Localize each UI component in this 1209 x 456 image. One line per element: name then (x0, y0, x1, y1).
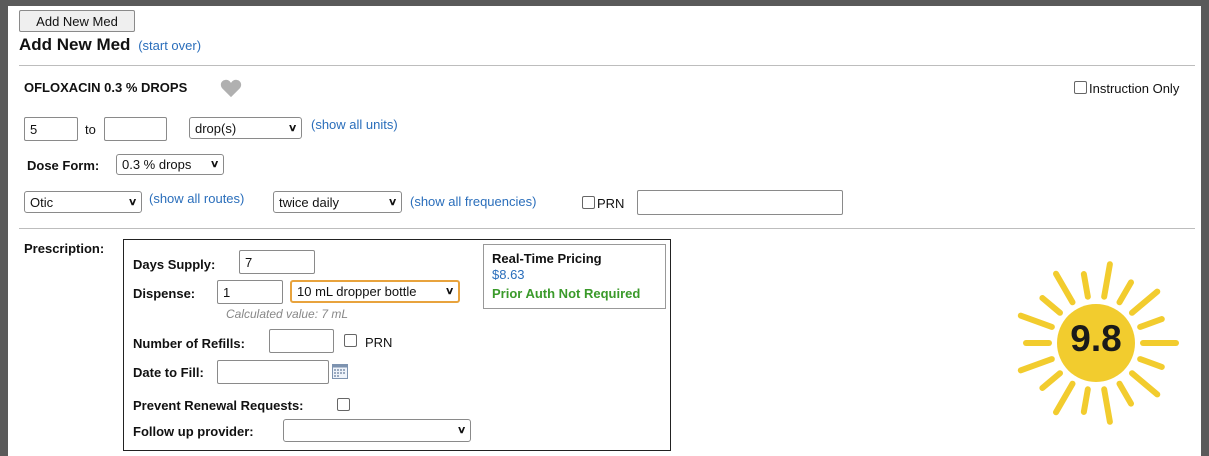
instruction-only-checkbox[interactable] (1074, 81, 1087, 94)
divider (19, 228, 1195, 229)
sun-ray (1137, 316, 1165, 330)
dose-unit-value: drop(s) (195, 120, 237, 136)
sun-ray (1116, 380, 1134, 407)
sun-ray (1080, 386, 1091, 415)
follow-up-provider-select[interactable]: ∨ (283, 419, 471, 442)
sun-ray (1080, 271, 1091, 300)
page-title-text: Add New Med (19, 35, 131, 54)
refills-prn-label: PRN (365, 335, 393, 350)
frequency-value: twice daily (279, 194, 339, 210)
dose-unit-select[interactable]: drop(s) ∨ (189, 117, 302, 139)
prior-auth-status: Prior Auth Not Required (492, 286, 641, 301)
chevron-down-icon: ∨ (287, 122, 298, 134)
dose-form-select[interactable]: 0.3 % drops ∨ (116, 154, 224, 175)
sun-ray (1101, 261, 1113, 300)
show-all-units-link[interactable]: (show all units) (311, 117, 398, 132)
sun-ray (1017, 312, 1055, 330)
prn-label: PRN (597, 196, 625, 211)
route-value: Otic (30, 194, 54, 210)
sun-ray (1129, 370, 1161, 398)
dose-form-value: 0.3 % drops (122, 157, 192, 172)
dispense-label: Dispense: (133, 286, 196, 301)
pricing-price: $8.63 (492, 267, 525, 282)
dispense-quantity-input[interactable]: 1 (217, 280, 283, 304)
sun-ray (1039, 370, 1063, 391)
dose-form-label: Dose Form: (27, 158, 100, 173)
instruction-only-label: Instruction Only (1089, 81, 1180, 96)
sun-ray (1129, 288, 1161, 316)
med-name: OFLOXACIN 0.3 % DROPS (24, 80, 188, 95)
prn-checkbox[interactable] (582, 196, 595, 209)
score-value: 9.8 (1070, 318, 1122, 359)
prn-reason-input[interactable] (637, 190, 843, 215)
sun-ray (1053, 380, 1076, 416)
follow-up-provider-label: Follow up provider: (133, 424, 254, 439)
sun-ray (1116, 279, 1134, 306)
dispense-unit-value: 10 mL dropper bottle (297, 284, 417, 299)
date-to-fill-label: Date to Fill: (133, 365, 204, 380)
route-select[interactable]: Otic ∨ (24, 191, 142, 213)
prescription-label: Prescription: (24, 241, 105, 256)
sun-ray (1101, 386, 1113, 425)
calendar-icon[interactable] (332, 364, 348, 379)
chevron-down-icon: ∨ (444, 286, 455, 297)
start-over-link[interactable]: (start over) (138, 38, 201, 53)
add-new-med-button[interactable]: Add New Med (19, 10, 135, 32)
dose-to-input[interactable] (104, 117, 167, 141)
prevent-renewal-label: Prevent Renewal Requests: (133, 398, 304, 413)
show-all-frequencies-link[interactable]: (show all frequencies) (410, 194, 536, 209)
app-frame: Add New Med Add New Med (start over) OFL… (8, 6, 1201, 456)
refills-input[interactable] (269, 329, 334, 353)
days-supply-input[interactable]: 7 (239, 250, 315, 274)
pricing-title: Real-Time Pricing (492, 251, 602, 266)
refills-prn-checkbox[interactable] (344, 334, 357, 347)
days-supply-label: Days Supply: (133, 257, 216, 272)
sun-ray (1017, 356, 1055, 374)
chevron-down-icon: ∨ (456, 425, 467, 436)
refills-label: Number of Refills: (133, 336, 245, 351)
sun-ray (1053, 270, 1076, 306)
divider (19, 65, 1195, 66)
sun-ray (1039, 295, 1063, 316)
page-title: Add New Med (start over) (19, 35, 201, 55)
calculated-value-text: Calculated value: 7 mL (226, 307, 349, 321)
dose-from-input[interactable]: 5 (24, 117, 78, 141)
sun-ray (1137, 356, 1165, 370)
date-to-fill-input[interactable] (217, 360, 329, 384)
show-all-routes-link[interactable]: (show all routes) (149, 191, 244, 206)
frequency-select[interactable]: twice daily ∨ (273, 191, 402, 213)
pricing-box: Real-Time Pricing $8.63 Prior Auth Not R… (483, 244, 666, 309)
dose-to-label: to (85, 122, 96, 137)
chevron-down-icon: ∨ (387, 196, 398, 208)
dispense-unit-select[interactable]: 10 mL dropper bottle ∨ (290, 280, 460, 303)
heart-icon[interactable] (220, 78, 242, 98)
chevron-down-icon: ∨ (209, 159, 220, 170)
prevent-renewal-checkbox[interactable] (337, 398, 350, 411)
chevron-down-icon: ∨ (127, 196, 138, 208)
